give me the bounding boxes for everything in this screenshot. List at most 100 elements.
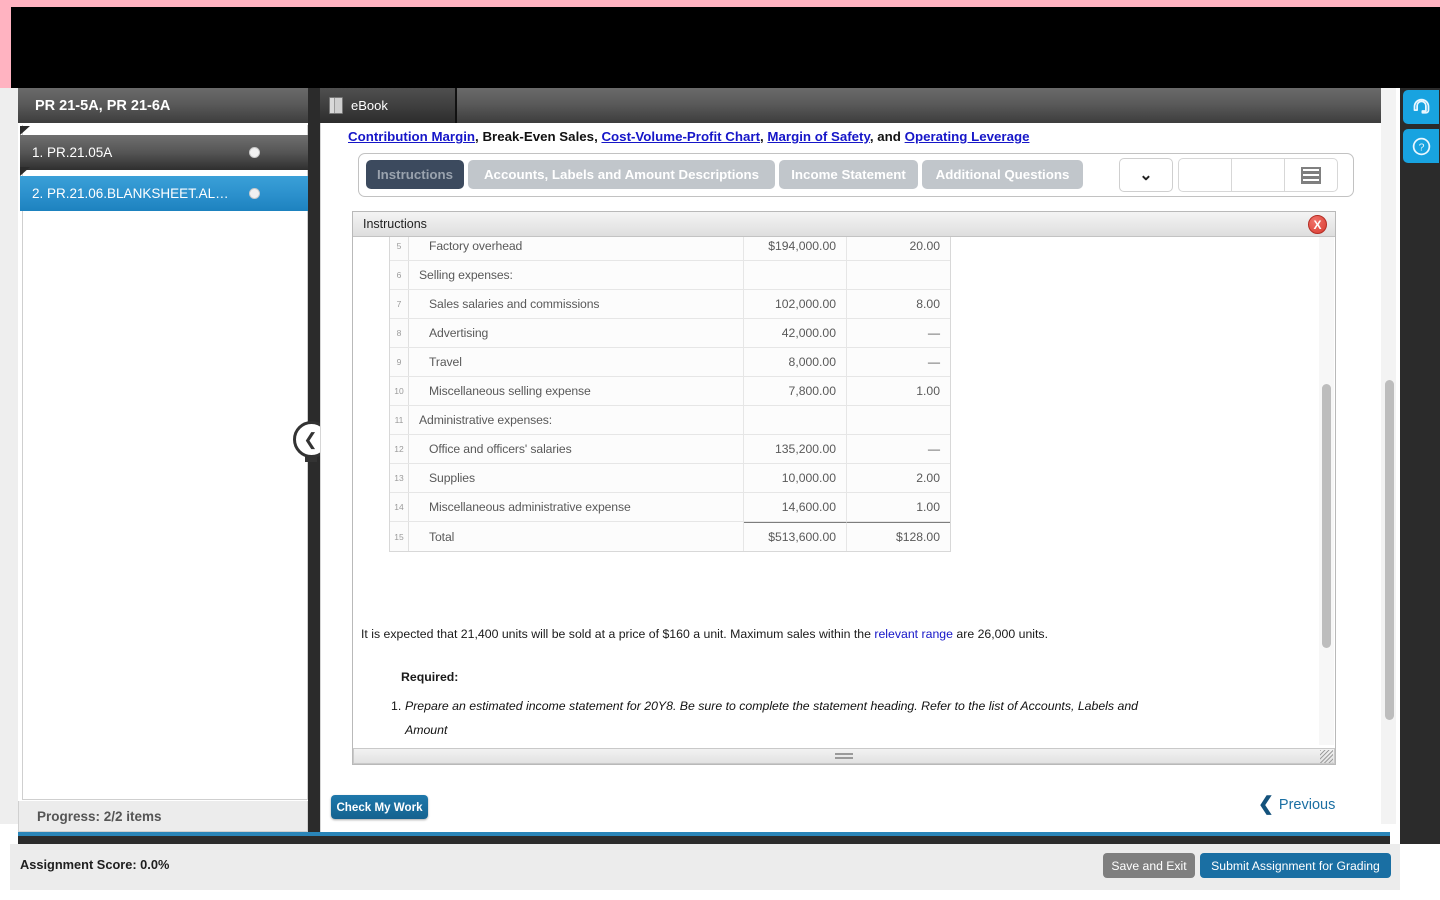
instructions-body: 4Direct labor—58.005Factory overhead$194… [353,237,1335,745]
row-label: Sales salaries and commissions [409,290,744,318]
row-label: Supplies [409,464,744,492]
toolbar-segment-group [1178,158,1338,192]
check-my-work-button[interactable]: Check My Work [331,795,428,819]
tab-income-statement[interactable]: Income Statement [779,160,918,189]
table-row: 9 Travel 8,000.00 — [390,348,950,377]
svg-text:?: ? [1418,141,1424,153]
support-tab-button[interactable] [1403,90,1439,124]
corner-resize-grip-icon[interactable] [1320,750,1333,763]
table-row: 7 Sales salaries and commissions 102,000.0… [390,290,950,319]
tab-ebook-label: eBook [351,98,388,113]
sidebar-item-pr2106-blanksheet[interactable]: 2. PR.21.06.BLANKSHEET.AL… [20,176,308,211]
table-row: 11 Administrative expenses: [390,406,950,435]
instructions-scrollbar-thumb[interactable] [1322,384,1331,648]
nav-panel [22,125,308,800]
row-number: 11 [390,406,409,434]
toolbar-dropdown-button[interactable]: ⌄ [1119,158,1173,192]
required-heading: Required: [401,670,459,684]
dark-divider [18,836,1390,844]
sidebar-item-label: 2. PR.21.06.BLANKSHEET.AL… [32,186,229,201]
previous-button[interactable]: ❮ Previous [1258,793,1335,816]
toolbar-segment-2[interactable] [1232,159,1285,191]
row-unit-cost: 1.00 [916,384,940,398]
row-unit-cost: — [927,326,940,340]
black-browser-area [11,7,1440,88]
close-icon[interactable]: X [1308,215,1327,234]
previous-label: Previous [1278,796,1336,813]
grip-bars-icon [835,753,853,760]
table-row: 13 Supplies 10,000.00 2.00 [390,464,950,493]
save-and-exit-button[interactable]: Save and Exit [1103,853,1195,878]
table-row: 8 Advertising 42,000.00 — [390,319,950,348]
table-row: 14 Miscellaneous administrative expense 14… [390,493,950,522]
row-amount [744,406,847,434]
sep: , and [869,129,905,144]
row-number: 7 [390,290,409,318]
row-unit-cost: 8.00 [916,297,940,311]
tab-accounts-labels[interactable]: Accounts, Labels and Amount Descriptions [468,160,775,189]
left-pink-strip [0,0,11,88]
app-root: PR 21-5A, PR 21-6A 1. PR.21.05A 2. PR.21… [0,0,1440,900]
progress-status: Progress: 2/2 items [18,801,308,832]
sidebar-item-pr2105a[interactable]: 1. PR.21.05A [20,135,308,170]
table-row: 5 Factory overhead $194,000.00 20.00 [390,237,950,261]
link-operating-leverage[interactable]: Operating Leverage [905,129,1030,144]
tab-ebook[interactable]: eBook [320,88,457,123]
top-pink-strip [0,0,1440,7]
required-item-1: 1. Prepare an estimated income statement… [391,695,1181,745]
row-label: Factory overhead [409,237,744,260]
required-item-line2: Descriptions provided for the exact word… [391,743,1181,745]
tab-additional-questions[interactable]: Additional Questions [922,160,1083,189]
row-number: 10 [390,377,409,405]
row-number: 13 [390,464,409,492]
link-relevant-range[interactable]: relevant range [874,627,953,641]
row-amount: $194,000.00 [744,237,847,260]
submit-assignment-button[interactable]: Submit Assignment for Grading [1200,853,1391,878]
tab-instructions[interactable]: Instructions [366,160,464,189]
row-unit-cost [847,261,950,289]
row-label: Office and officers' salaries [409,435,744,463]
help-tab-button[interactable]: ? [1403,129,1439,163]
instructions-panel-title: Instructions [363,217,427,231]
row-unit-cost: 20.00 [909,239,941,253]
row-label: Miscellaneous administrative expense [409,493,744,521]
row-amount: 8,000.00 [744,348,847,376]
paragraph-post: are 26,000 units. [952,627,1048,641]
row-amount: 7,800.00 [744,377,847,405]
panel-resize-grip[interactable] [353,748,1335,764]
sidebar-item-label: 1. PR.21.05A [32,145,113,160]
toolbar-list-view-button[interactable] [1285,159,1337,191]
row-label: Travel [409,348,744,376]
row-label: Selling expenses: [409,261,744,289]
question-help-icon: ? [1412,137,1430,155]
toolbar-segment-1[interactable] [1179,159,1232,191]
paragraph-pre: It is expected that 21,400 units will be… [361,627,875,641]
row-amount: 135,200.00 [744,435,847,463]
instructions-panel: Instructions X 4Direct labor—58.005Facto… [352,211,1336,765]
assignment-score: Assignment Score: 0.0% [20,857,170,872]
required-item-line1: Prepare an estimated income statement fo… [405,699,1138,737]
link-contribution-margin[interactable]: Contribution Margin [348,129,475,144]
status-dot-icon [249,188,260,199]
expected-sales-paragraph: It is expected that 21,400 units will be… [361,626,1261,644]
row-amount: 102,000.00 [744,290,847,318]
link-margin-of-safety[interactable]: Margin of Safety [767,129,869,144]
row-unit-cost: 1.00 [916,500,940,514]
row-label: Advertising [409,319,744,347]
row-number: 5 [390,237,409,260]
row-unit-cost [847,406,950,434]
required-item-number: 1. [391,699,402,713]
row-amount [744,261,847,289]
page-scrollbar-thumb[interactable] [1385,380,1394,720]
assignment-title: PR 21-5A, PR 21-6A [18,88,320,123]
right-rail [1400,88,1440,844]
link-cvp-chart[interactable]: Cost-Volume-Profit Chart [601,129,760,144]
row-amount: 10,000.00 [744,464,847,492]
row-label: Miscellaneous selling expense [409,377,744,405]
row-amount: $513,600.00 [744,522,847,551]
row-amount: 14,600.00 [744,493,847,521]
table-row: 6 Selling expenses: [390,261,950,290]
book-icon [329,97,343,114]
status-dot-icon [249,147,260,158]
instructions-panel-header: Instructions X [353,212,1335,237]
